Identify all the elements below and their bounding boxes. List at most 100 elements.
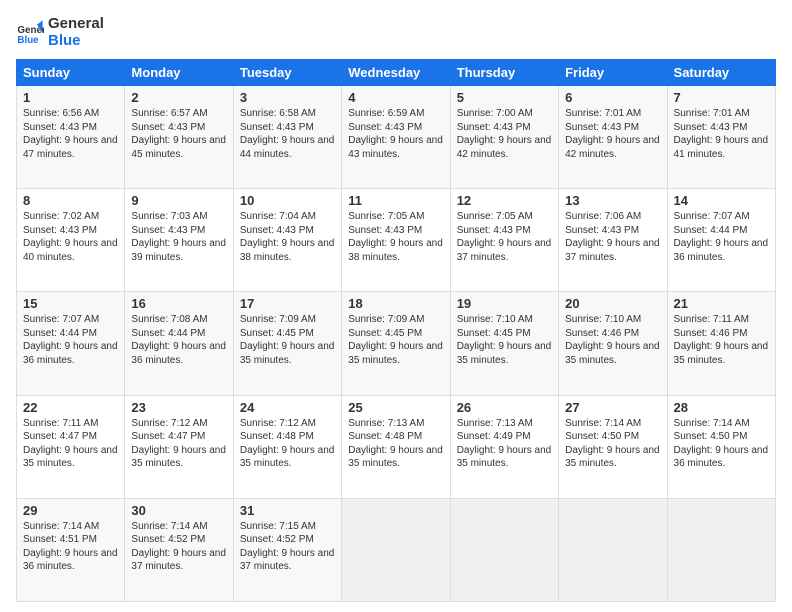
logo-line1: General	[48, 16, 104, 33]
day-number: 27	[565, 400, 660, 415]
day-cell: 13 Sunrise: 7:06 AMSunset: 4:43 PMDaylig…	[559, 189, 667, 292]
day-cell: 14 Sunrise: 7:07 AMSunset: 4:44 PMDaylig…	[667, 189, 775, 292]
weekday-header-thursday: Thursday	[450, 60, 558, 86]
day-info: Sunrise: 7:15 AMSunset: 4:52 PMDaylight:…	[240, 520, 335, 574]
day-number: 20	[565, 296, 660, 311]
day-info: Sunrise: 7:01 AMSunset: 4:43 PMDaylight:…	[674, 107, 769, 161]
day-cell: 10 Sunrise: 7:04 AMSunset: 4:43 PMDaylig…	[233, 189, 341, 292]
day-cell	[667, 498, 775, 601]
day-number: 21	[674, 296, 769, 311]
main-container: General Blue General Blue SundayMondayTu…	[0, 0, 792, 612]
day-cell: 5 Sunrise: 7:00 AMSunset: 4:43 PMDayligh…	[450, 86, 558, 189]
calendar-table: SundayMondayTuesdayWednesdayThursdayFrid…	[16, 59, 776, 602]
day-cell	[559, 498, 667, 601]
day-number: 12	[457, 193, 552, 208]
week-row-3: 15 Sunrise: 7:07 AMSunset: 4:44 PMDaylig…	[17, 292, 776, 395]
day-number: 28	[674, 400, 769, 415]
day-info: Sunrise: 7:11 AMSunset: 4:47 PMDaylight:…	[23, 417, 118, 471]
day-number: 31	[240, 503, 335, 518]
day-number: 26	[457, 400, 552, 415]
day-cell: 30 Sunrise: 7:14 AMSunset: 4:52 PMDaylig…	[125, 498, 233, 601]
day-number: 10	[240, 193, 335, 208]
day-cell: 8 Sunrise: 7:02 AMSunset: 4:43 PMDayligh…	[17, 189, 125, 292]
day-cell: 17 Sunrise: 7:09 AMSunset: 4:45 PMDaylig…	[233, 292, 341, 395]
day-number: 17	[240, 296, 335, 311]
logo-icon: General Blue	[16, 19, 44, 47]
day-info: Sunrise: 7:14 AMSunset: 4:51 PMDaylight:…	[23, 520, 118, 574]
day-number: 13	[565, 193, 660, 208]
svg-text:Blue: Blue	[17, 34, 39, 45]
day-info: Sunrise: 7:13 AMSunset: 4:49 PMDaylight:…	[457, 417, 552, 471]
day-number: 11	[348, 193, 443, 208]
day-info: Sunrise: 7:11 AMSunset: 4:46 PMDaylight:…	[674, 313, 769, 367]
day-number: 6	[565, 90, 660, 105]
day-number: 30	[131, 503, 226, 518]
day-number: 22	[23, 400, 118, 415]
day-number: 16	[131, 296, 226, 311]
day-number: 19	[457, 296, 552, 311]
day-number: 8	[23, 193, 118, 208]
day-number: 7	[674, 90, 769, 105]
day-cell: 16 Sunrise: 7:08 AMSunset: 4:44 PMDaylig…	[125, 292, 233, 395]
day-info: Sunrise: 7:08 AMSunset: 4:44 PMDaylight:…	[131, 313, 226, 367]
day-cell: 9 Sunrise: 7:03 AMSunset: 4:43 PMDayligh…	[125, 189, 233, 292]
day-cell: 18 Sunrise: 7:09 AMSunset: 4:45 PMDaylig…	[342, 292, 450, 395]
day-info: Sunrise: 7:10 AMSunset: 4:46 PMDaylight:…	[565, 313, 660, 367]
day-cell	[450, 498, 558, 601]
weekday-header-sunday: Sunday	[17, 60, 125, 86]
day-info: Sunrise: 7:14 AMSunset: 4:50 PMDaylight:…	[565, 417, 660, 471]
day-info: Sunrise: 7:12 AMSunset: 4:48 PMDaylight:…	[240, 417, 335, 471]
day-number: 25	[348, 400, 443, 415]
day-info: Sunrise: 7:13 AMSunset: 4:48 PMDaylight:…	[348, 417, 443, 471]
calendar: SundayMondayTuesdayWednesdayThursdayFrid…	[16, 59, 776, 602]
weekday-header-row: SundayMondayTuesdayWednesdayThursdayFrid…	[17, 60, 776, 86]
day-info: Sunrise: 7:07 AMSunset: 4:44 PMDaylight:…	[23, 313, 118, 367]
logo-line2: Blue	[48, 33, 104, 50]
day-info: Sunrise: 7:00 AMSunset: 4:43 PMDaylight:…	[457, 107, 552, 161]
day-cell: 11 Sunrise: 7:05 AMSunset: 4:43 PMDaylig…	[342, 189, 450, 292]
day-number: 23	[131, 400, 226, 415]
day-cell: 26 Sunrise: 7:13 AMSunset: 4:49 PMDaylig…	[450, 395, 558, 498]
day-info: Sunrise: 7:01 AMSunset: 4:43 PMDaylight:…	[565, 107, 660, 161]
week-row-1: 1 Sunrise: 6:56 AMSunset: 4:43 PMDayligh…	[17, 86, 776, 189]
week-row-5: 29 Sunrise: 7:14 AMSunset: 4:51 PMDaylig…	[17, 498, 776, 601]
weekday-header-saturday: Saturday	[667, 60, 775, 86]
day-number: 14	[674, 193, 769, 208]
day-cell: 3 Sunrise: 6:58 AMSunset: 4:43 PMDayligh…	[233, 86, 341, 189]
day-cell: 25 Sunrise: 7:13 AMSunset: 4:48 PMDaylig…	[342, 395, 450, 498]
day-cell: 7 Sunrise: 7:01 AMSunset: 4:43 PMDayligh…	[667, 86, 775, 189]
day-cell: 6 Sunrise: 7:01 AMSunset: 4:43 PMDayligh…	[559, 86, 667, 189]
day-info: Sunrise: 7:14 AMSunset: 4:52 PMDaylight:…	[131, 520, 226, 574]
day-info: Sunrise: 7:06 AMSunset: 4:43 PMDaylight:…	[565, 210, 660, 264]
day-number: 18	[348, 296, 443, 311]
day-info: Sunrise: 7:03 AMSunset: 4:43 PMDaylight:…	[131, 210, 226, 264]
day-number: 9	[131, 193, 226, 208]
day-info: Sunrise: 7:09 AMSunset: 4:45 PMDaylight:…	[348, 313, 443, 367]
day-cell: 22 Sunrise: 7:11 AMSunset: 4:47 PMDaylig…	[17, 395, 125, 498]
day-cell: 21 Sunrise: 7:11 AMSunset: 4:46 PMDaylig…	[667, 292, 775, 395]
logo: General Blue General Blue	[16, 16, 104, 49]
day-info: Sunrise: 6:56 AMSunset: 4:43 PMDaylight:…	[23, 107, 118, 161]
week-row-4: 22 Sunrise: 7:11 AMSunset: 4:47 PMDaylig…	[17, 395, 776, 498]
day-cell: 28 Sunrise: 7:14 AMSunset: 4:50 PMDaylig…	[667, 395, 775, 498]
day-cell: 20 Sunrise: 7:10 AMSunset: 4:46 PMDaylig…	[559, 292, 667, 395]
weekday-header-friday: Friday	[559, 60, 667, 86]
day-info: Sunrise: 7:05 AMSunset: 4:43 PMDaylight:…	[457, 210, 552, 264]
day-info: Sunrise: 7:04 AMSunset: 4:43 PMDaylight:…	[240, 210, 335, 264]
day-number: 15	[23, 296, 118, 311]
header: General Blue General Blue	[16, 16, 776, 49]
day-cell: 1 Sunrise: 6:56 AMSunset: 4:43 PMDayligh…	[17, 86, 125, 189]
day-cell: 12 Sunrise: 7:05 AMSunset: 4:43 PMDaylig…	[450, 189, 558, 292]
day-info: Sunrise: 7:05 AMSunset: 4:43 PMDaylight:…	[348, 210, 443, 264]
day-info: Sunrise: 6:59 AMSunset: 4:43 PMDaylight:…	[348, 107, 443, 161]
day-number: 24	[240, 400, 335, 415]
day-cell: 15 Sunrise: 7:07 AMSunset: 4:44 PMDaylig…	[17, 292, 125, 395]
day-info: Sunrise: 7:14 AMSunset: 4:50 PMDaylight:…	[674, 417, 769, 471]
day-number: 3	[240, 90, 335, 105]
day-info: Sunrise: 7:07 AMSunset: 4:44 PMDaylight:…	[674, 210, 769, 264]
day-info: Sunrise: 7:02 AMSunset: 4:43 PMDaylight:…	[23, 210, 118, 264]
day-number: 29	[23, 503, 118, 518]
day-cell	[342, 498, 450, 601]
weekday-header-monday: Monday	[125, 60, 233, 86]
day-info: Sunrise: 7:12 AMSunset: 4:47 PMDaylight:…	[131, 417, 226, 471]
